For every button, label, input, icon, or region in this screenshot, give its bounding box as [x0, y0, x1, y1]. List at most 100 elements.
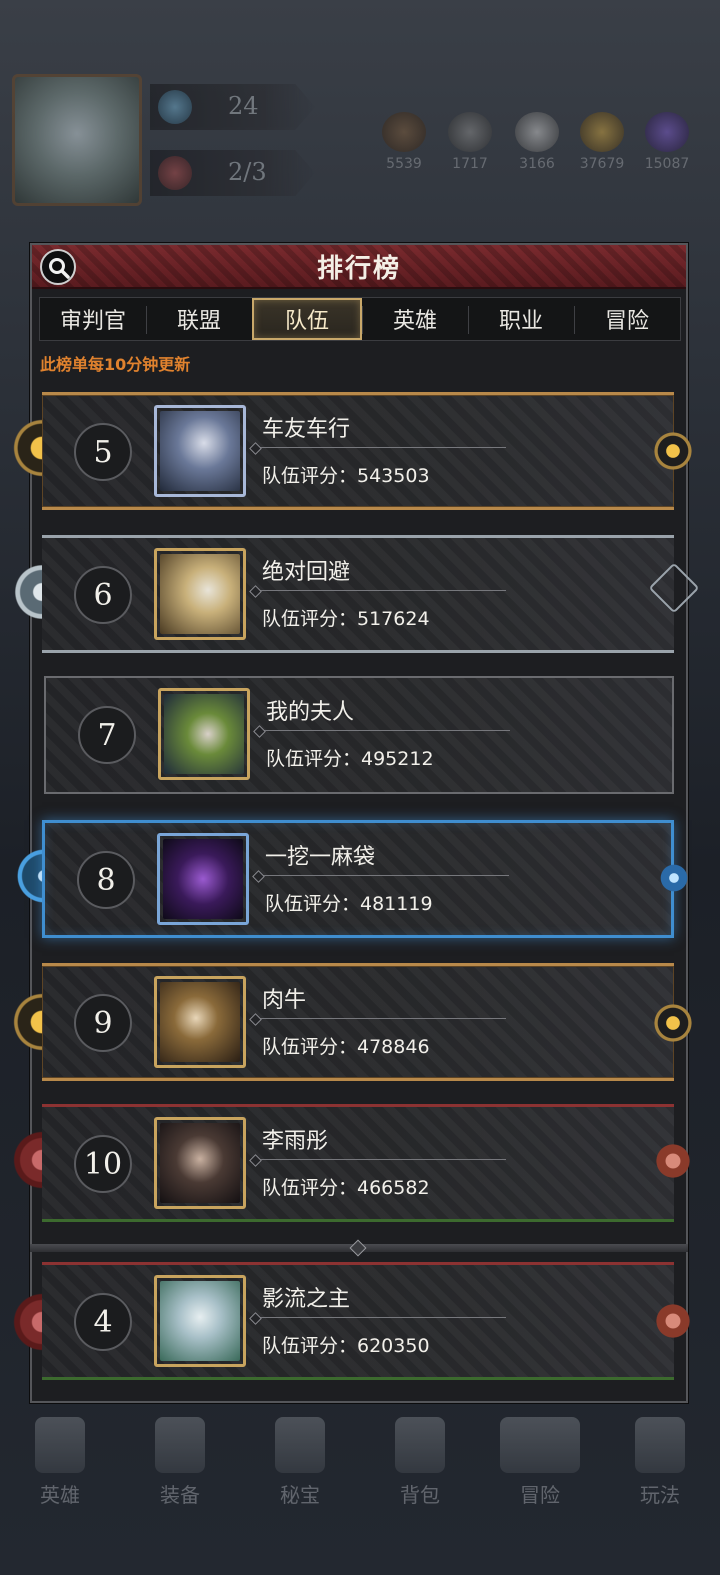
- row-divider: [258, 730, 510, 731]
- update-notice: 此榜单每10分钟更新: [40, 355, 191, 374]
- nav-heroes-label: 英雄: [40, 1483, 80, 1507]
- tab-hero[interactable]: 英雄: [362, 298, 468, 340]
- crossed-swords-icon: [500, 1417, 580, 1473]
- avatar: [154, 405, 246, 497]
- avatar-image: [164, 694, 244, 774]
- tab-adventure[interactable]: 冒险: [574, 298, 680, 340]
- avatar-image: [160, 1123, 240, 1203]
- resource-wood-count: 5539: [386, 156, 422, 172]
- row-divider: [254, 1018, 506, 1019]
- rose-small-icon: [650, 1298, 696, 1344]
- avatar: [158, 688, 250, 780]
- bag-icon: [395, 1417, 445, 1473]
- level-gem-icon: [158, 90, 192, 124]
- nav-adventure[interactable]: 冒险: [495, 1417, 585, 1508]
- team-score: 队伍评分：466582: [262, 1177, 430, 1199]
- avatar-image: [160, 411, 240, 491]
- team-name: 一挖一麻袋: [265, 845, 376, 870]
- rank-badge: 10: [74, 1135, 132, 1193]
- avatar: [154, 1117, 246, 1209]
- team-name: 肉牛: [262, 988, 307, 1013]
- hexagram-icon: [654, 858, 694, 898]
- team-name: 绝对回避: [262, 560, 351, 585]
- rank-badge: 6: [74, 566, 132, 624]
- avatar-image: [160, 1281, 240, 1361]
- level-bar: 24: [150, 84, 315, 130]
- tab-class[interactable]: 职业: [468, 298, 574, 340]
- avatar: [154, 976, 246, 1068]
- row-divider: [254, 447, 506, 448]
- avatar: [154, 1275, 246, 1367]
- avatar-image: [163, 839, 243, 919]
- stamina-value: 2/3: [228, 158, 267, 186]
- nav-play[interactable]: 玩法: [615, 1417, 705, 1508]
- rank-badge: 4: [74, 1293, 132, 1351]
- avatar-image: [160, 982, 240, 1062]
- rank-badge: 9: [74, 994, 132, 1052]
- row-divider: [254, 1317, 506, 1318]
- nav-bag[interactable]: 背包: [375, 1417, 465, 1508]
- resource-wood-icon: [382, 112, 426, 152]
- team-score: 队伍评分：478846: [262, 1036, 430, 1058]
- team-score: 队伍评分：517624: [262, 608, 430, 630]
- goblet-icon: [275, 1417, 325, 1473]
- nav-treasure[interactable]: 秘宝: [255, 1417, 345, 1508]
- tab-alliance[interactable]: 联盟: [146, 298, 252, 340]
- team-name: 影流之主: [262, 1287, 351, 1312]
- panel-header: 排行榜: [32, 245, 686, 289]
- stamina-icon: [158, 156, 192, 190]
- search-icon: [49, 258, 70, 279]
- level-value: 24: [228, 92, 259, 120]
- team-name: 李雨彤: [262, 1129, 329, 1154]
- nav-treasure-label: 秘宝: [280, 1483, 320, 1507]
- rank-badge: 8: [77, 851, 135, 909]
- table-row[interactable]: 7 我的夫人 队伍评分：495212: [44, 676, 674, 794]
- row-divider: [254, 590, 506, 591]
- table-row[interactable]: 10 李雨彤 队伍评分：466582: [42, 1104, 674, 1222]
- category-tabs: 审判官 联盟 队伍 英雄 职业 冒险: [39, 297, 681, 341]
- team-score: 队伍评分：620350: [262, 1335, 430, 1357]
- team-name: 车友车行: [262, 417, 351, 442]
- rose-small-icon: [650, 1138, 696, 1184]
- resource-crystal-count: 15087: [644, 156, 690, 172]
- heroes-icon: [35, 1417, 85, 1473]
- resource-crystal-icon: [645, 112, 689, 152]
- resource-gold-icon: [580, 112, 624, 152]
- bottom-nav: 英雄 装备 秘宝 背包 冒险 玩法: [0, 1400, 720, 1520]
- resource-gold-count: 37679: [579, 156, 625, 172]
- nav-adventure-label: 冒险: [520, 1483, 560, 1507]
- nav-play-label: 玩法: [640, 1483, 680, 1507]
- panel-title: 排行榜: [316, 253, 401, 284]
- team-score: 队伍评分：495212: [266, 748, 434, 770]
- team-name: 我的夫人: [266, 700, 355, 725]
- team-score: 队伍评分：481119: [265, 893, 433, 915]
- resource-ore-icon: [448, 112, 492, 152]
- tab-team[interactable]: 队伍: [252, 298, 362, 340]
- team-score: 队伍评分：543503: [262, 465, 430, 487]
- avatar-image: [160, 554, 240, 634]
- tab-judge[interactable]: 审判官: [40, 298, 146, 340]
- table-row[interactable]: 5 车友车行 队伍评分：543503: [42, 392, 674, 510]
- nav-equipment-label: 装备: [160, 1483, 200, 1507]
- rank-badge: 5: [74, 423, 132, 481]
- sun-small-icon: [650, 1000, 696, 1046]
- resource-ore-count: 1717: [452, 156, 488, 172]
- gate-icon: [635, 1417, 685, 1473]
- sword-icon: [155, 1417, 205, 1473]
- search-button[interactable]: [40, 249, 76, 285]
- row-divider: [254, 1159, 506, 1160]
- rank-badge: 7: [78, 706, 136, 764]
- table-row[interactable]: 8 一挖一麻袋 队伍评分：481119: [42, 820, 674, 938]
- my-team-row[interactable]: 4 影流之主 队伍评分：620350: [42, 1262, 674, 1380]
- table-row[interactable]: 6 绝对回避 队伍评分：517624: [42, 535, 674, 653]
- resource-iron-icon: [515, 112, 559, 152]
- nav-heroes[interactable]: 英雄: [15, 1417, 105, 1508]
- resource-iron-count: 3166: [519, 156, 555, 172]
- nav-equipment[interactable]: 装备: [135, 1417, 225, 1508]
- table-row[interactable]: 9 肉牛 队伍评分：478846: [42, 963, 674, 1081]
- player-portrait[interactable]: [12, 74, 142, 206]
- avatar: [157, 833, 249, 925]
- nav-bag-label: 背包: [400, 1483, 440, 1507]
- avatar: [154, 548, 246, 640]
- stamina-bar: 2/3: [150, 150, 315, 196]
